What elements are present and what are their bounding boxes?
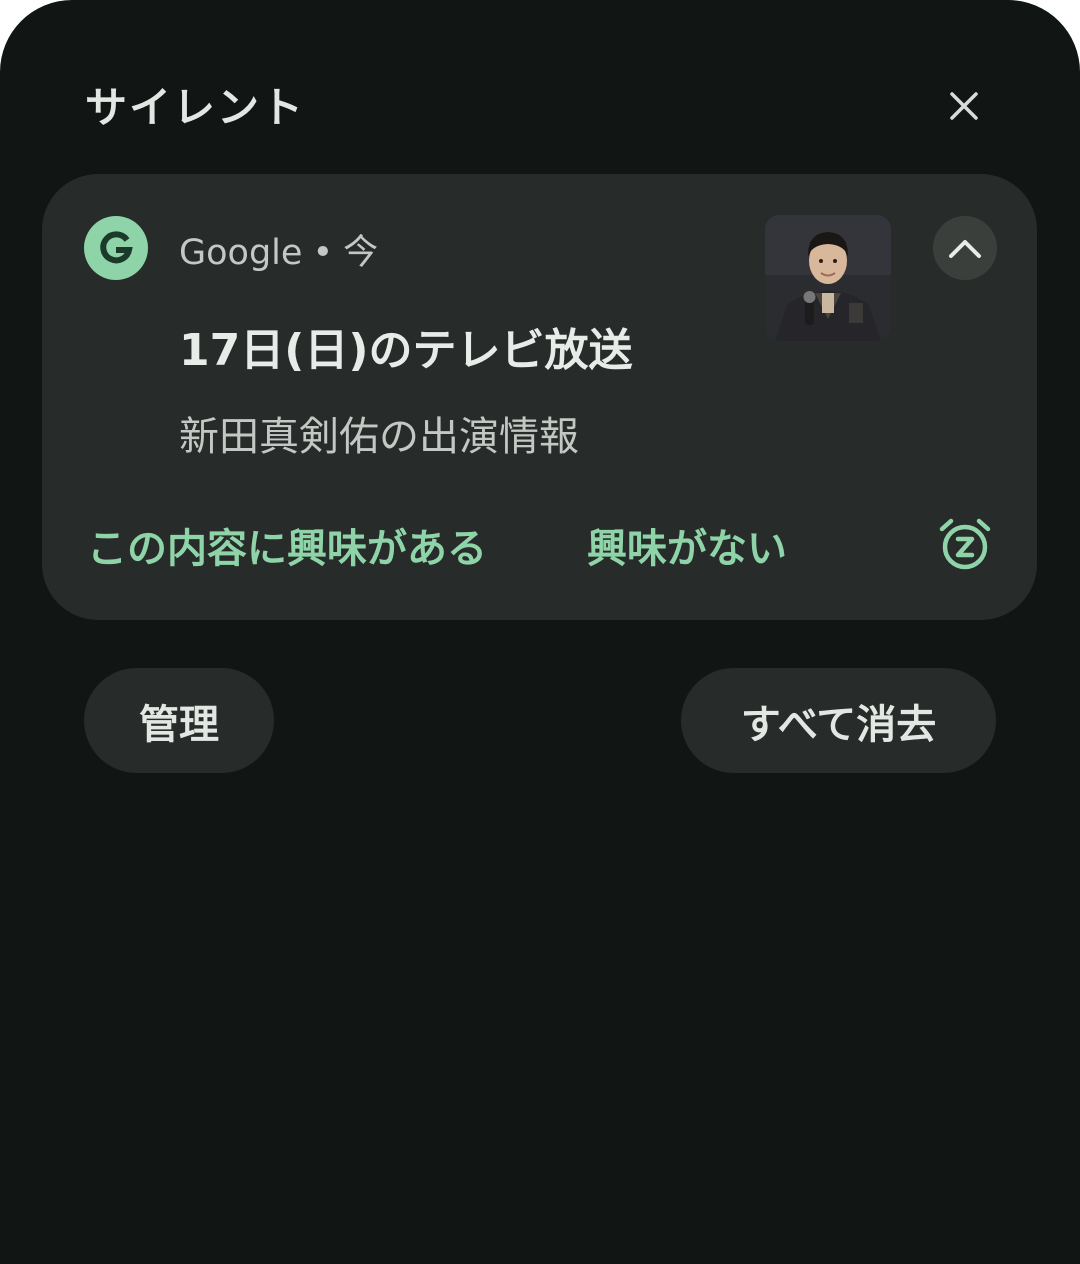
chevron-up-icon <box>949 240 981 258</box>
app-meta: Google • 今 <box>179 224 378 275</box>
manage-button[interactable]: 管理 <box>84 668 274 773</box>
close-icon <box>950 92 978 120</box>
app-name: Google <box>179 233 303 273</box>
google-g-glyph <box>100 231 133 264</box>
snooze-alarm-icon <box>939 518 991 570</box>
notification-card[interactable]: Google • 今 17日(日)のテレビ放送 新田真剣佑の出演情報 この内容に… <box>42 174 1037 620</box>
not-interested-button[interactable]: 興味がない <box>587 516 787 574</box>
expand-button[interactable] <box>933 216 997 280</box>
notification-shade: サイレント Google • 今 17日(日)のテレビ放送 新田真剣佑の出演情報… <box>0 0 1080 1264</box>
google-g-icon <box>84 216 148 280</box>
notification-body: 新田真剣佑の出演情報 <box>179 414 579 460</box>
clear-all-button[interactable]: すべて消去 <box>681 668 996 773</box>
meta-separator: • <box>312 233 334 273</box>
person-photo <box>765 215 891 341</box>
notification-time: 今 <box>343 233 379 273</box>
section-title: サイレント <box>85 83 306 132</box>
notification-thumbnail <box>765 215 891 341</box>
notification-title: 17日(日)のテレビ放送 <box>179 325 633 376</box>
close-button[interactable] <box>934 76 994 136</box>
interested-button[interactable]: この内容に興味がある <box>87 516 487 574</box>
snooze-button[interactable] <box>935 514 995 574</box>
